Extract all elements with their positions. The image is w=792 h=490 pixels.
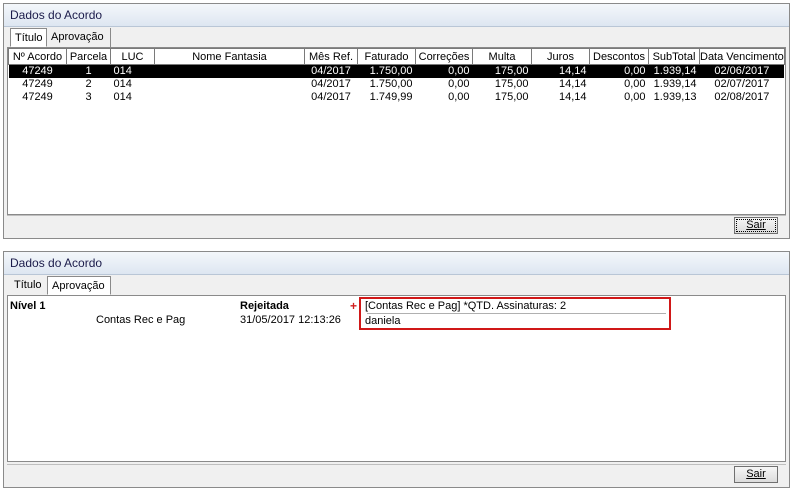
table-row[interactable]: 47249 1 014 04/2017 1.750,00 0,00 175,00… [8,64,785,78]
cell-agreement-number: 47249 [22,78,53,90]
cell-discounts: 0,00 [624,78,646,90]
cell-luc: 014 [110,64,155,78]
panel-footer: Sair [7,215,786,236]
cell-luc: 014 [113,78,132,90]
cell-fine: 175,00 [494,78,529,90]
panel-footer: Sair [7,464,786,485]
exit-button[interactable]: Sair [734,217,778,234]
tab-aprovacao[interactable]: Aprovação [47,276,111,295]
approval-area: Nível 1 Rejeitada Contas Rec e Pag 31/05… [7,295,786,462]
titles-grid-area: Nº Acordo Parcela LUC Nome Fantasia Mês … [7,47,786,215]
cell-interest: 14,14 [558,78,587,90]
approval-group: Contas Rec e Pag [96,314,186,326]
cell-discounts: 0,00 [589,64,649,78]
cell-interest: 14,14 [558,91,587,103]
cell-ref-month: 04/2017 [311,91,351,103]
cell-corrections: 0,00 [415,64,473,78]
cell-due-date: 02/08/2017 [714,91,770,103]
column-header-agreement-number[interactable]: Nº Acordo [8,48,67,65]
tab-titulo[interactable]: Título [10,28,47,47]
cell-discounts: 0,00 [624,91,646,103]
cell-fine: 175,00 [472,64,532,78]
installments-table[interactable]: Nº Acordo Parcela LUC Nome Fantasia Mês … [8,48,785,104]
cell-trade-name [155,91,305,104]
cell-billed: 1.750,00 [369,78,413,90]
column-header-subtotal[interactable]: SubTotal [648,48,700,65]
panel-title: Dados do Acordo [4,4,789,27]
cell-due-date: 02/07/2017 [714,78,770,90]
table-row[interactable]: 47249 2 014 04/2017 1.750,00 0,00 175,00… [9,78,785,91]
approval-date: 31/05/2017 12:13:26 [240,314,341,326]
cell-subtotal: 1.939,13 [653,91,697,103]
approval-status: Rejeitada [240,300,289,312]
column-header-billed[interactable]: Faturado [357,48,416,65]
agreement-panel-approval: Dados do Acordo Título Aprovação Nível 1… [3,251,790,488]
cell-due-date: 02/06/2017 [699,64,785,78]
agreement-panel-titles: Dados do Acordo Título Aprovação Nº Acor… [3,3,790,239]
expand-plus-icon[interactable]: + [350,299,357,313]
cell-trade-name [154,64,305,78]
exit-button-label: Sair [746,219,766,231]
exit-button[interactable]: Sair [734,466,778,483]
table-header-row: Nº Acordo Parcela LUC Nome Fantasia Mês … [8,48,785,65]
column-header-discounts[interactable]: Descontos [589,48,649,65]
column-header-due-date[interactable]: Data Vencimento [699,48,785,65]
tab-aprovacao[interactable]: Aprovação [47,28,111,47]
cell-installment: 1 [66,64,111,78]
column-header-ref-month[interactable]: Mês Ref. [304,48,358,65]
column-header-luc[interactable]: LUC [110,48,155,65]
cell-subtotal: 1.939,14 [653,78,697,90]
cell-agreement-number: 47249 [22,91,53,103]
cell-subtotal: 1.939,14 [648,64,700,78]
column-header-installment[interactable]: Parcela [66,48,111,65]
approval-level-label: Nível 1 [10,300,46,312]
cell-installment: 2 [85,78,92,90]
panel-title: Dados do Acordo [4,252,789,275]
cell-luc: 014 [113,91,132,103]
highlight-box [359,297,671,330]
column-header-interest[interactable]: Juros [531,48,590,65]
cell-ref-month: 04/2017 [304,64,358,78]
cell-agreement-number: 47249 [8,64,67,78]
column-header-trade-name[interactable]: Nome Fantasia [154,48,305,65]
cell-interest: 14,14 [531,64,590,78]
cell-billed: 1.749,99 [369,91,413,103]
cell-corrections: 0,00 [448,91,470,103]
cell-billed: 1.750,00 [357,64,416,78]
column-header-corrections[interactable]: Correções [415,48,473,65]
tab-titulo[interactable]: Título [10,276,47,295]
cell-installment: 3 [85,91,92,103]
cell-fine: 175,00 [494,91,529,103]
exit-button-label: Sair [746,468,766,480]
column-header-fine[interactable]: Multa [472,48,532,65]
table-row[interactable]: 47249 3 014 04/2017 1.749,99 0,00 175,00… [9,91,785,104]
cell-ref-month: 04/2017 [311,78,351,90]
cell-trade-name [155,78,305,91]
cell-corrections: 0,00 [448,78,470,90]
